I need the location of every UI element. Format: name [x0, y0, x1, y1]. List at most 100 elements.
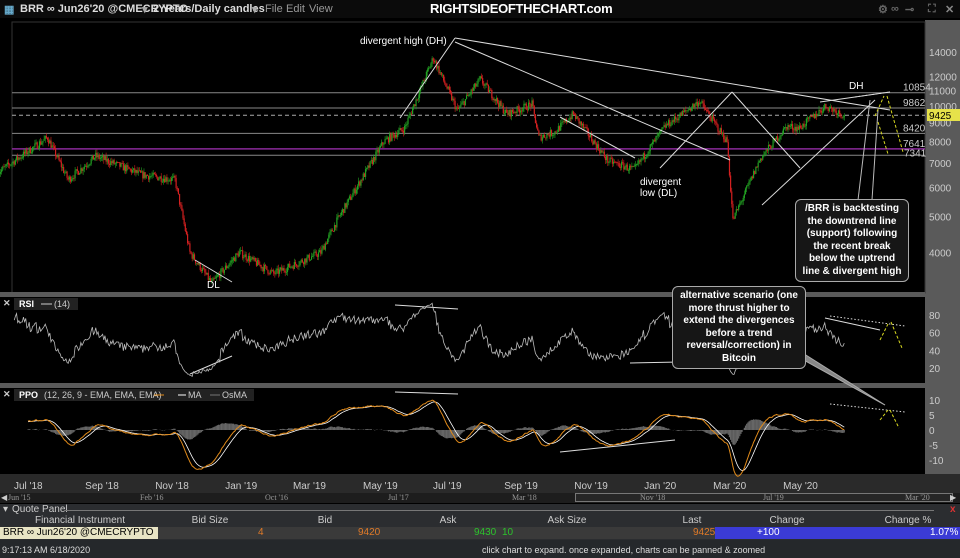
collapse-icon[interactable]: ▾: [3, 504, 8, 515]
ppo-tick: 10: [929, 396, 941, 407]
quote-header-cell[interactable]: Ask: [388, 515, 508, 526]
candle-body: [94, 157, 96, 160]
candle-body: [592, 141, 594, 145]
candle-body: [361, 179, 363, 181]
candle-body: [604, 156, 607, 161]
quote-header-cell[interactable]: Bid: [265, 515, 385, 526]
close-quote-panel-icon[interactable]: x: [950, 504, 956, 515]
candle-body: [742, 197, 744, 202]
candle-body: [767, 144, 770, 151]
candle-body: [717, 124, 719, 132]
candle-body: [694, 104, 696, 108]
scroll-right-icon[interactable]: ▶: [950, 493, 956, 502]
candle-body: [514, 112, 516, 113]
menu-edit[interactable]: Edit: [286, 3, 305, 15]
candle-body: [460, 104, 462, 107]
candle-body: [840, 113, 842, 117]
candle-body: [764, 151, 766, 155]
candle-body: [409, 113, 411, 116]
candle-body: [829, 106, 832, 108]
close-ppo-icon[interactable]: ✕: [3, 389, 11, 399]
candle: [734, 212, 736, 220]
candle-body: [284, 270, 286, 273]
candle-body: [348, 196, 351, 199]
candle-body: [546, 133, 548, 139]
timeframe-dropdown-icon[interactable]: ▾: [252, 3, 258, 16]
candle-body: [455, 107, 457, 110]
candle-body: [569, 117, 571, 122]
time-tick: Sep '19: [504, 481, 538, 492]
maximize-icon[interactable]: ⛶: [928, 3, 936, 16]
candle-body: [515, 112, 517, 113]
candle-body: [780, 135, 782, 137]
candle-body: [749, 180, 751, 182]
candle-body: [76, 169, 78, 172]
callout-line: line & divergent high: [802, 265, 902, 277]
candle-body: [472, 87, 475, 91]
candle-body: [445, 83, 447, 87]
candle-body: [757, 162, 759, 168]
candle-body: [207, 272, 209, 280]
candle-body: [637, 163, 639, 165]
settings-icon[interactable]: ⚙: [878, 3, 888, 16]
time-tick: Jan '20: [644, 481, 676, 492]
candle-body: [531, 100, 533, 108]
candle-body: [184, 224, 186, 232]
candle-body: [536, 123, 538, 128]
candle-body: [176, 188, 178, 189]
candle-body: [620, 162, 623, 168]
candle-body: [364, 169, 367, 177]
candle-body: [730, 175, 732, 192]
candle-body: [58, 155, 60, 161]
candle-body: [77, 171, 80, 175]
candle-body: [34, 143, 36, 147]
link-icon[interactable]: ∞: [891, 3, 899, 15]
candle-body: [352, 193, 354, 198]
pin-icon[interactable]: ⊸: [905, 3, 914, 16]
price-tick: 11000: [929, 87, 957, 98]
menu-file[interactable]: File: [265, 3, 283, 15]
scroll-left-icon[interactable]: ◀: [1, 493, 7, 502]
candle-body: [243, 257, 245, 259]
close-icon[interactable]: ✕: [945, 3, 954, 16]
quote-header-cell[interactable]: Change: [727, 515, 847, 526]
symbol-dropdown-icon[interactable]: ▾: [142, 3, 148, 16]
candle-body: [607, 155, 609, 163]
candle-body: [17, 156, 19, 160]
candle-body: [612, 161, 615, 164]
candle-body: [619, 166, 622, 168]
ppo-line: [27, 399, 845, 477]
rsi-tick: 60: [929, 329, 941, 340]
candle-body: [539, 134, 541, 136]
quote-header-cell[interactable]: Bid Size: [150, 515, 270, 526]
candle-body: [416, 99, 418, 101]
candle-body: [304, 258, 306, 265]
quote-header-cell[interactable]: Financial Instrument: [20, 515, 140, 526]
callout-alternative: alternative scenario (one more thrust hig…: [672, 286, 806, 369]
candle-body: [125, 165, 127, 172]
chart-icon: ▦: [4, 4, 15, 16]
candle-body: [506, 109, 508, 113]
close-rsi-icon[interactable]: ✕: [3, 298, 11, 308]
candle-body: [474, 83, 476, 88]
candle-body: [430, 63, 432, 68]
candle: [464, 98, 467, 106]
time-scroller[interactable]: ◀ ▶ Jun '15 Feb '16 Oct '16 Jul '17 Mar '18 N…: [0, 493, 960, 503]
candle-body: [524, 103, 526, 105]
candle-body: [744, 188, 747, 195]
candle-body: [476, 83, 478, 87]
quote-header-cell[interactable]: Change %: [848, 515, 960, 526]
candle-body: [603, 151, 605, 157]
quote-table-row[interactable]: BRR ∞ Jun26'20 @CMECRYPTO 4 9420 9430 10…: [0, 527, 960, 539]
candle-body: [329, 231, 331, 235]
candle-body: [216, 275, 219, 277]
timeframe-selector[interactable]: 2 Years/Daily candles: [153, 3, 265, 15]
candle-body: [633, 166, 635, 167]
candle-body: [282, 268, 284, 271]
panel-divider[interactable]: [0, 383, 925, 388]
menu-view[interactable]: View: [309, 3, 333, 15]
candle-body: [754, 171, 756, 175]
quote-header-cell[interactable]: Ask Size: [507, 515, 627, 526]
candle-body: [46, 137, 49, 140]
instrument-cell[interactable]: BRR ∞ Jun26'20 @CMECRYPTO: [0, 527, 158, 539]
